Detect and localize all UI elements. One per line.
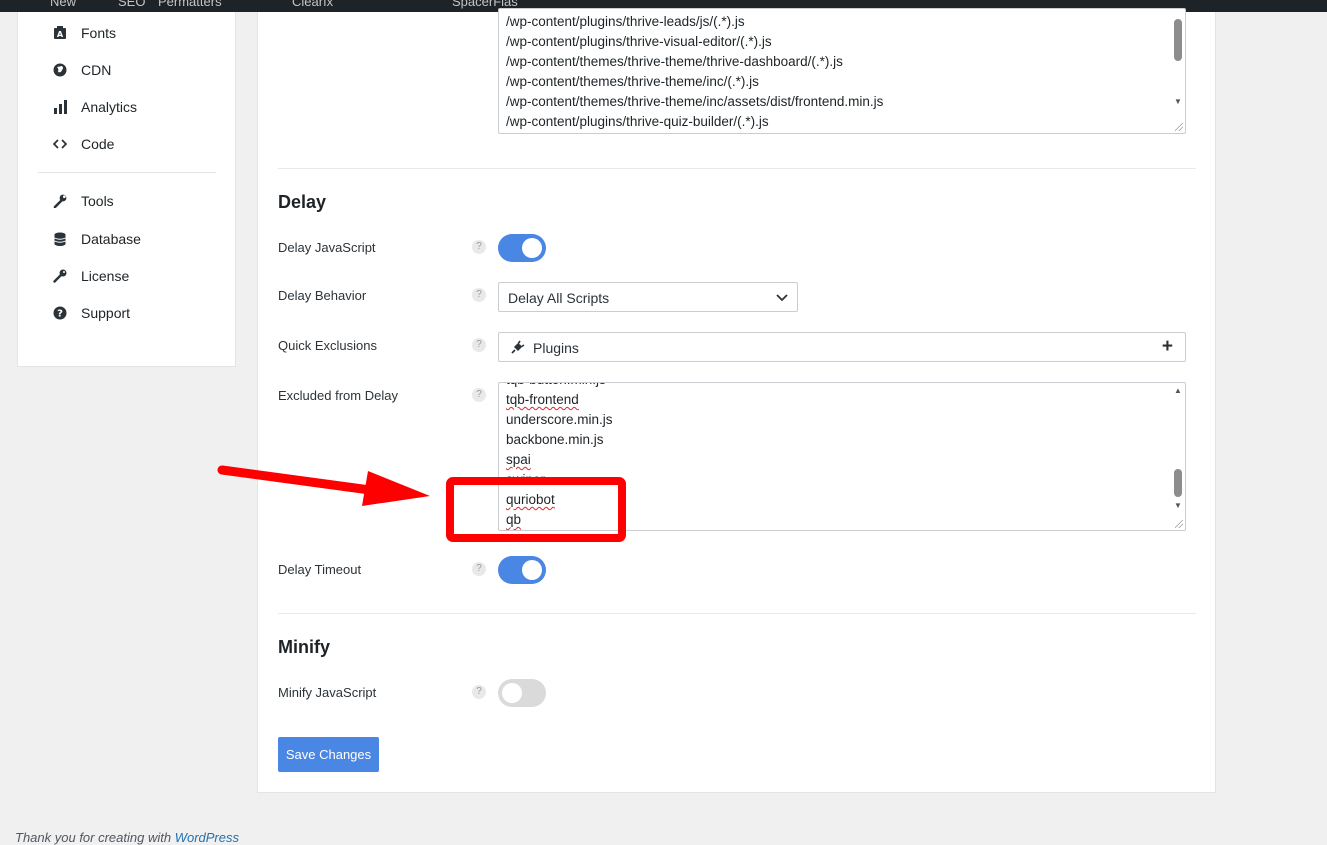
settings-sidebar: A Fonts CDN Analytics Code Tools Databas… (17, 12, 236, 367)
sidebar-item-support[interactable]: ? Support (52, 302, 130, 324)
textarea-line: qb (506, 512, 522, 527)
toggle-knob (502, 683, 522, 703)
sidebar-item-label: Code (81, 136, 115, 152)
question-circle-icon: ? (52, 305, 68, 321)
textarea-line: quriobot (506, 492, 555, 507)
sidebar-item-label: Database (81, 231, 141, 247)
sidebar-item-analytics[interactable]: Analytics (52, 96, 137, 118)
admin-bar-permatters[interactable]: Permatters (158, 0, 222, 9)
add-exclusion-icon[interactable]: + (1162, 336, 1173, 358)
admin-bar-new[interactable]: New (50, 0, 76, 9)
sidebar-item-fonts[interactable]: A Fonts (52, 22, 116, 44)
select-value: Delay All Scripts (508, 290, 610, 306)
sidebar-item-tools[interactable]: Tools (52, 190, 114, 212)
textarea-line: /wp-content/themes/thrive-theme/inc/(.*)… (506, 74, 759, 89)
textarea-line: spai (506, 452, 531, 467)
section-divider (278, 613, 1196, 614)
footer-thanks: Thank you for creating with (15, 830, 175, 845)
excluded-from-delay-label: Excluded from Delay (278, 388, 398, 403)
quick-exclusions-label: Quick Exclusions (278, 338, 377, 353)
wordpress-link[interactable]: WordPress (175, 830, 239, 845)
textarea-line: /wp-content/plugins/thrive-leads/js/(.*)… (506, 14, 745, 29)
textarea-line: backbone.min.js (506, 432, 604, 447)
quick-exclusions-select[interactable]: Plugins + (498, 332, 1186, 362)
scrollbar-thumb[interactable] (1174, 469, 1182, 497)
help-icon[interactable]: ? (472, 240, 486, 254)
globe-icon (52, 62, 68, 78)
font-icon: A (52, 25, 68, 41)
textarea-line: /wp-content/themes/thrive-theme/thrive-d… (506, 54, 843, 69)
section-title-minify: Minify (278, 637, 330, 657)
sidebar-item-cdn[interactable]: CDN (52, 59, 111, 81)
scroll-up-icon[interactable]: ▲ (1173, 386, 1183, 395)
delay-behavior-select[interactable]: Delay All Scripts (498, 282, 798, 312)
toggle-knob (522, 560, 542, 580)
textarea-scrollbar[interactable]: ▲ ▼ (1170, 383, 1184, 530)
save-changes-button[interactable]: Save Changes (278, 737, 379, 772)
section-title-delay: Delay (278, 192, 327, 212)
key-icon (52, 268, 68, 284)
textarea-line: tqb-frontend (506, 392, 579, 407)
admin-bar-seo[interactable]: SEO (118, 0, 145, 9)
delay-timeout-toggle[interactable] (498, 556, 546, 584)
svg-text:?: ? (57, 309, 63, 320)
sidebar-item-code[interactable]: Code (52, 133, 114, 155)
svg-text:A: A (57, 30, 64, 39)
wrench-icon (52, 193, 68, 209)
section-divider (278, 168, 1196, 169)
delay-js-toggle[interactable] (498, 234, 546, 262)
textarea-scrollbar[interactable]: ▼ (1170, 9, 1184, 133)
textarea-line: /wp-content/plugins/thrive-visual-editor… (506, 34, 772, 49)
excluded-from-delay-textarea[interactable]: tqb-button.min.js tqb-frontend underscor… (498, 382, 1186, 531)
resize-handle-icon[interactable] (1175, 520, 1183, 528)
sidebar-item-label: Tools (81, 193, 114, 209)
footer-text: Thank you for creating with WordPress (15, 830, 239, 845)
sidebar-divider (38, 172, 216, 173)
textarea-line-partial: tqb-button.min.js (506, 383, 606, 387)
textarea-line: /wp-content/themes/thrive-theme/inc/asse… (506, 94, 884, 109)
toggle-knob (522, 238, 542, 258)
code-icon (52, 136, 68, 152)
scroll-down-icon[interactable]: ▼ (1173, 501, 1183, 510)
delay-timeout-label: Delay Timeout (278, 562, 362, 577)
textarea-line: /wp-content/plugins/thrive-quiz-builder/… (506, 114, 769, 129)
admin-bar-clearfx[interactable]: Clearfx (292, 0, 333, 9)
resize-handle-icon[interactable] (1175, 123, 1183, 131)
settings-panel: /wp-content/plugins/thrive-leads/js/(.*)… (257, 8, 1216, 793)
scrollbar-thumb[interactable] (1174, 19, 1182, 61)
sidebar-item-label: Support (81, 305, 131, 321)
sidebar-item-license[interactable]: License (52, 265, 129, 287)
sidebar-item-label: Analytics (81, 99, 138, 115)
sidebar-item-label: CDN (81, 62, 112, 78)
textarea-line: underscore.min.js (506, 412, 613, 427)
delay-behavior-label: Delay Behavior (278, 288, 367, 303)
textarea-line-partial: swiper (506, 472, 545, 479)
select-value: Plugins (533, 340, 579, 356)
help-icon[interactable]: ? (472, 562, 486, 576)
minify-js-label: Minify JavaScript (278, 685, 377, 700)
help-icon[interactable]: ? (472, 338, 486, 352)
sidebar-item-label: Fonts (81, 25, 117, 41)
sidebar-item-label: License (81, 268, 130, 284)
delay-js-label: Delay JavaScript (278, 240, 376, 255)
help-icon[interactable]: ? (472, 388, 486, 402)
scroll-down-icon[interactable]: ▼ (1173, 97, 1183, 106)
plug-icon (509, 340, 525, 356)
help-icon[interactable]: ? (472, 685, 486, 699)
bar-chart-icon (52, 99, 68, 115)
minify-js-toggle[interactable] (498, 679, 546, 707)
database-icon (52, 231, 68, 247)
chevron-down-icon (776, 290, 788, 302)
sidebar-item-database[interactable]: Database (52, 228, 141, 250)
excluded-paths-textarea[interactable]: /wp-content/plugins/thrive-leads/js/(.*)… (498, 8, 1186, 134)
help-icon[interactable]: ? (472, 288, 486, 302)
